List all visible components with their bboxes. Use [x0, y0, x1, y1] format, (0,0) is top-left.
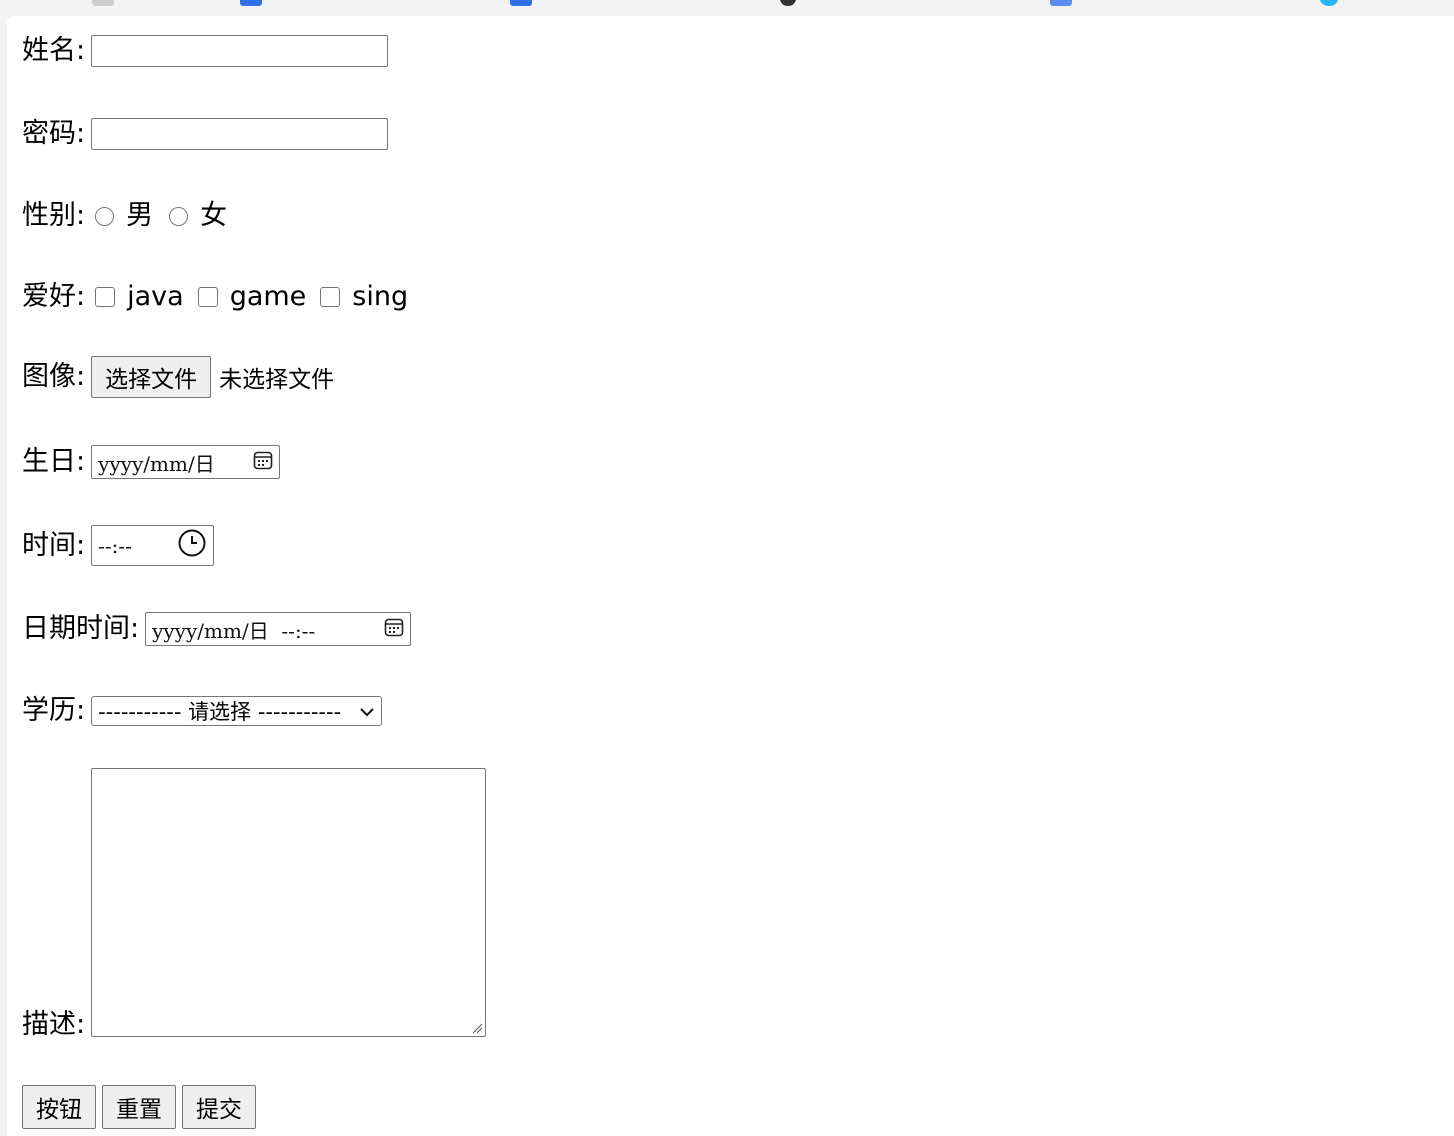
password-label: 密码:	[22, 118, 86, 149]
calendar-icon[interactable]	[253, 450, 273, 475]
hobby-option-java[interactable]: java	[127, 281, 184, 313]
hobby-label: 爱好:	[22, 281, 86, 312]
bookmark-icon[interactable]	[92, 0, 114, 6]
image-label: 图像:	[22, 361, 86, 392]
time-label: 时间:	[22, 529, 86, 561]
gender-option-male[interactable]: 男	[126, 200, 153, 232]
education-select[interactable]: ----------- 请选择 -----------	[91, 696, 383, 726]
hobby-checkbox-sing[interactable]	[320, 287, 341, 307]
name-input[interactable]	[91, 35, 389, 67]
choose-file-button[interactable]: 选择文件	[91, 356, 212, 398]
birthday-date-input[interactable]: yyyy/mm/日	[91, 445, 281, 479]
chevron-down-icon	[359, 699, 375, 723]
datetime-label: 日期时间:	[22, 613, 140, 644]
description-row: 描述:	[22, 768, 487, 1040]
button-row: 按钮 重置 提交	[22, 1085, 256, 1129]
time-row: 时间: --:--	[22, 525, 215, 566]
password-input[interactable]	[91, 118, 389, 150]
submit-button[interactable]: 提交	[182, 1085, 256, 1129]
gender-radio-female[interactable]	[169, 206, 189, 226]
bookmark-icon[interactable]	[510, 0, 532, 6]
education-label: 学历:	[22, 695, 86, 726]
bookmark-icon[interactable]	[780, 0, 796, 6]
image-row: 图像: 选择文件 未选择文件	[22, 356, 334, 398]
reset-button[interactable]: 重置	[102, 1085, 176, 1129]
resize-handle-icon[interactable]	[471, 1022, 483, 1034]
name-row: 姓名:	[22, 35, 389, 67]
time-placeholder: --:--	[98, 533, 132, 558]
bookmark-icon[interactable]	[1050, 0, 1072, 6]
description-textarea[interactable]	[91, 768, 487, 1037]
clock-icon[interactable]	[177, 528, 207, 563]
form-page: 姓名: 密码: 性别: 男 女 爱好: java game sing 图像: 选…	[7, 16, 1454, 1136]
hobby-checkbox-java[interactable]	[95, 287, 116, 307]
education-row: 学历: ----------- 请选择 -----------	[22, 695, 383, 727]
bookmark-icon[interactable]	[240, 0, 262, 6]
hobby-option-sing[interactable]: sing	[352, 281, 408, 313]
file-status-text: 未选择文件	[219, 367, 335, 393]
datetime-input[interactable]: yyyy/mm/日 --:--	[145, 612, 412, 646]
datetime-placeholder: yyyy/mm/日 --:--	[152, 618, 316, 643]
time-input[interactable]: --:--	[91, 525, 215, 566]
password-row: 密码:	[22, 118, 389, 150]
education-selected-value: ----------- 请选择 -----------	[98, 700, 342, 724]
name-label: 姓名:	[22, 35, 86, 66]
hobby-option-game[interactable]: game	[230, 281, 307, 313]
gender-option-female[interactable]: 女	[200, 200, 227, 232]
hobby-checkbox-game[interactable]	[197, 287, 218, 307]
bookmark-icon[interactable]	[1320, 0, 1338, 6]
gender-label: 性别:	[22, 200, 86, 231]
gender-radio-male[interactable]	[95, 206, 115, 226]
calendar-icon[interactable]	[384, 617, 404, 642]
birthday-placeholder: yyyy/mm/日	[98, 451, 215, 476]
gender-row: 性别: 男 女	[22, 200, 227, 232]
hobby-row: 爱好: java game sing	[22, 281, 408, 313]
datetime-row: 日期时间: yyyy/mm/日 --:--	[22, 612, 412, 646]
generic-button[interactable]: 按钮	[22, 1085, 96, 1129]
birthday-row: 生日: yyyy/mm/日	[22, 445, 281, 479]
birthday-label: 生日:	[22, 446, 86, 477]
description-label: 描述:	[22, 1009, 86, 1040]
browser-bookmark-bar	[0, 0, 1454, 16]
